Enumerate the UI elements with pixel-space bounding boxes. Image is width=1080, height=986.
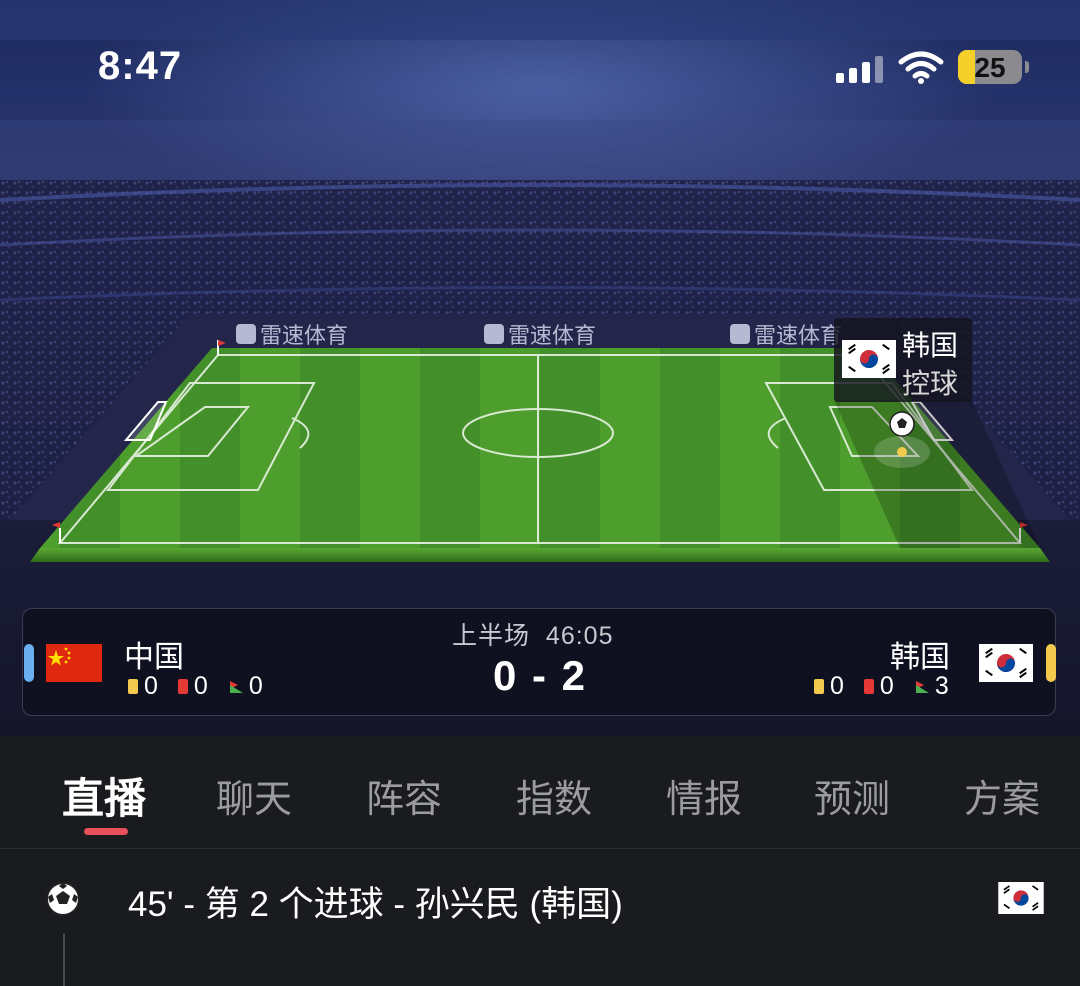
possession-indicator: 韩国 控球 <box>834 318 972 402</box>
red-card-icon <box>863 679 874 694</box>
match-period: 上半场 46:05 <box>452 622 614 650</box>
wifi-icon <box>898 51 944 84</box>
korea-flag-icon <box>998 882 1044 914</box>
home-team-indicator <box>24 644 34 682</box>
corner-kick-icon <box>915 680 929 693</box>
china-flag-icon <box>46 644 102 682</box>
status-time: 8:47 <box>98 44 183 88</box>
soccer-ball-icon <box>46 882 80 916</box>
corner-kick-icon <box>229 680 243 693</box>
soccer-ball-icon <box>889 411 915 437</box>
tab-prediction[interactable]: 预测 <box>814 768 890 823</box>
possession-status: 控球 <box>902 368 959 399</box>
korea-flag-icon <box>842 340 896 378</box>
active-tab-indicator <box>84 828 128 835</box>
away-yellow-cards: 0 <box>814 672 844 701</box>
home-team-stats: 0 0 0 <box>128 672 283 701</box>
away-team-name[interactable]: 韩国 <box>890 632 950 676</box>
match-clock: 46:05 <box>545 622 614 650</box>
tab-plans[interactable]: 方案 <box>964 768 1040 823</box>
red-card-icon <box>177 679 188 694</box>
tab-chat[interactable]: 聊天 <box>216 768 292 823</box>
possession-team: 韩国 <box>902 330 959 361</box>
home-team-name[interactable]: 中国 <box>124 632 184 676</box>
tab-lineup[interactable]: 阵容 <box>366 768 442 823</box>
status-bar: 8:47 25 <box>0 0 1080 110</box>
away-team-indicator <box>1046 644 1056 682</box>
cellular-signal-icon <box>836 55 883 83</box>
away-corners: 3 <box>914 672 949 701</box>
home-yellow-cards: 0 <box>128 672 158 701</box>
battery-icon: 25 <box>958 50 1022 84</box>
tab-odds[interactable]: 指数 <box>516 768 592 823</box>
home-corners: 0 <box>228 672 263 701</box>
home-red-cards: 0 <box>177 672 208 701</box>
yellow-card-icon <box>814 679 824 694</box>
away-red-cards: 0 <box>863 672 894 701</box>
event-description: 45' - 第 2 个进球 - 孙兴民 (韩国) <box>128 885 623 924</box>
yellow-card-icon <box>128 679 138 694</box>
timeline-line <box>63 934 65 986</box>
watermark-logo: 雷速体育 <box>484 318 596 350</box>
watermark-logo: 雷速体育 <box>236 318 348 350</box>
tab-live[interactable]: 直播 <box>62 765 146 826</box>
tab-intel[interactable]: 情报 <box>666 768 742 823</box>
match-score: 0 - 2 <box>492 652 588 699</box>
korea-flag-icon <box>979 644 1033 682</box>
away-team-stats: 0 0 3 <box>814 672 949 701</box>
battery-level: 25 <box>974 52 1006 83</box>
watermark-logo: 雷速体育 <box>730 318 842 350</box>
